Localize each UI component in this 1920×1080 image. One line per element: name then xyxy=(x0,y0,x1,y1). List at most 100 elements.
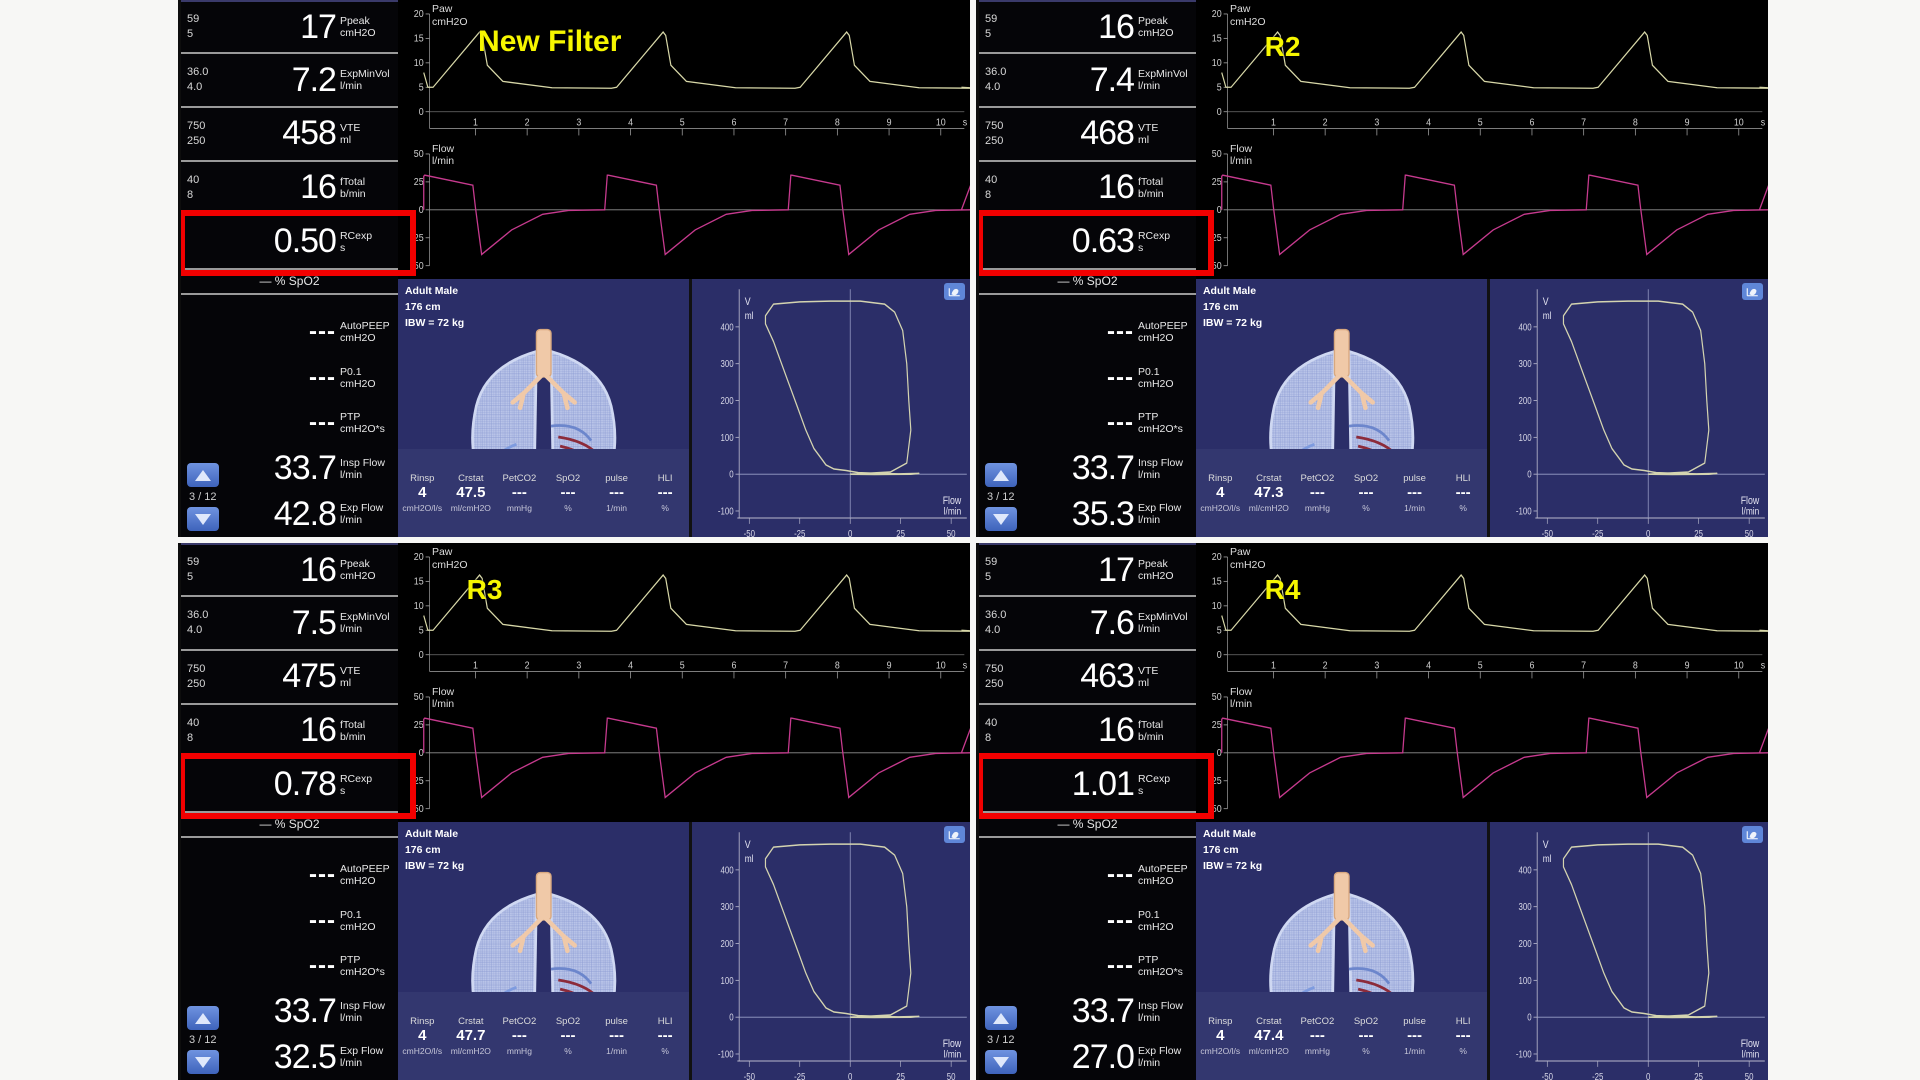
numeric-row-AutoPEEP[interactable]: --- AutoPEEP cmH2O xyxy=(979,309,1196,355)
flow-waveform-chart[interactable]: Flow l/min 50 25 0 -25 -50 xyxy=(1196,140,1768,280)
numeric-row-P0.1[interactable]: --- P0.1 cmH2O xyxy=(181,355,398,401)
numeric-row-PTP[interactable]: --- PTP cmH2O*s xyxy=(979,400,1196,446)
svg-text:5: 5 xyxy=(419,82,424,92)
value-Insp-Flow: 33.7 xyxy=(1071,992,1135,1031)
numeric-row-AutoPEEP[interactable]: --- AutoPEEP cmH2O xyxy=(181,852,398,898)
flow-waveform-chart[interactable]: Flow l/min 50 25 0 -25 -50 xyxy=(1196,683,1768,823)
numeric-row-P0.1[interactable]: --- P0.1 cmH2O xyxy=(979,898,1196,944)
numeric-row-VTE[interactable]: 750 250 475 VTE ml xyxy=(181,651,398,705)
flow-volume-loop-chart[interactable]: 400 300 200 100 0 -100 -50 -25 0 25 50 V… xyxy=(1487,822,1768,1080)
label-Ppeak: Ppeak cmH2O xyxy=(1137,558,1174,583)
page-up-button[interactable] xyxy=(985,1006,1017,1030)
numeric-row-VTE[interactable]: 750 250 463 VTE ml xyxy=(979,651,1196,705)
label-VTE: VTE ml xyxy=(1137,664,1159,689)
numeric-row-Ppeak[interactable]: 59 5 17 Ppeak cmH2O xyxy=(979,543,1196,598)
numeric-row-ExpMinVol[interactable]: 36.0 4.0 7.2 ExpMinVol l/min xyxy=(181,54,398,109)
numeric-row-fTotal[interactable]: 40 8 16 fTotal b/min xyxy=(181,162,398,216)
numeric-row-PTP[interactable]: --- PTP cmH2O*s xyxy=(181,943,398,989)
rcexp-row[interactable]: 0.63 RCexp s xyxy=(979,209,1214,276)
status-cell-HLI: HLI --- % xyxy=(1455,1015,1471,1057)
alarm-limits: 750 250 xyxy=(985,120,1004,147)
svg-text:V: V xyxy=(745,839,751,851)
flow-volume-loop-chart[interactable]: 400 300 200 100 0 -100 -50 -25 0 25 50 V… xyxy=(689,822,970,1080)
svg-text:0: 0 xyxy=(1217,107,1222,117)
numeric-row-PTP[interactable]: --- PTP cmH2O*s xyxy=(979,943,1196,989)
numeric-row-Ppeak[interactable]: 59 5 16 Ppeak cmH2O xyxy=(181,543,398,598)
page-down-button[interactable] xyxy=(187,507,219,531)
numeric-row-ExpMinVol[interactable]: 36.0 4.0 7.4 ExpMinVol l/min xyxy=(979,54,1196,109)
numeric-row-AutoPEEP[interactable]: --- AutoPEEP cmH2O xyxy=(979,852,1196,898)
page-down-button[interactable] xyxy=(985,1050,1017,1074)
svg-text:-50: -50 xyxy=(411,260,424,270)
svg-text:50: 50 xyxy=(1212,148,1222,158)
paw-waveform-chart[interactable]: Paw cmH2O 20 15 10 5 0 1 2 3 4 5 6 7 8 9… xyxy=(1196,543,1768,683)
flow-volume-loop-chart[interactable]: 400 300 200 100 0 -100 -50 -25 0 25 50 V… xyxy=(1487,279,1768,537)
rcexp-row[interactable]: 0.78 RCexp s xyxy=(181,752,416,819)
flow-waveform-chart[interactable]: Flow l/min 50 25 0 -25 -50 xyxy=(398,683,970,823)
loop-chart-icon[interactable] xyxy=(1742,826,1763,844)
page-up-button[interactable] xyxy=(187,1006,219,1030)
page-up-button[interactable] xyxy=(187,463,219,487)
rcexp-row[interactable]: 1.01 RCexp s xyxy=(979,752,1214,819)
svg-text:25: 25 xyxy=(1212,176,1222,186)
value-ExpMinVol: 7.6 xyxy=(1089,603,1135,642)
numeric-row-ExpMinVol[interactable]: 36.0 4.0 7.6 ExpMinVol l/min xyxy=(979,597,1196,652)
svg-text:5: 5 xyxy=(1478,117,1483,127)
paw-waveform-chart[interactable]: Paw cmH2O 20 15 10 5 0 1 2 3 4 5 6 7 8 9… xyxy=(398,0,970,140)
value-RCexp: 0.63 xyxy=(1071,222,1135,261)
svg-text:s: s xyxy=(963,660,968,670)
numeric-row-fTotal[interactable]: 40 8 16 fTotal b/min xyxy=(181,705,398,759)
paw-waveform-chart[interactable]: Paw cmH2O 20 15 10 5 0 1 2 3 4 5 6 7 8 9… xyxy=(1196,0,1768,140)
svg-text:-100: -100 xyxy=(1516,506,1532,517)
status-cell-Crstat: Crstat 47.7 ml/cmH2O xyxy=(450,1015,491,1057)
flow-waveform-chart[interactable]: Flow l/min 50 25 0 -25 -50 xyxy=(398,140,970,280)
svg-text:l/min: l/min xyxy=(1742,1049,1760,1061)
numeric-row-AutoPEEP[interactable]: --- AutoPEEP cmH2O xyxy=(181,309,398,355)
alarm-limits: 59 5 xyxy=(985,13,998,41)
numeric-row-Ppeak[interactable]: 59 5 17 Ppeak cmH2O xyxy=(181,0,398,55)
svg-text:2: 2 xyxy=(525,660,530,670)
svg-text:20: 20 xyxy=(414,9,424,19)
numeric-row-P0.1[interactable]: --- P0.1 cmH2O xyxy=(181,898,398,944)
spo2-trend-label: — % SpO2 xyxy=(181,813,398,838)
triangle-down-icon xyxy=(195,1056,211,1068)
page-down-button[interactable] xyxy=(985,507,1017,531)
svg-text:25: 25 xyxy=(897,528,906,537)
alarm-limits: 36.0 4.0 xyxy=(985,66,1007,94)
svg-text:0: 0 xyxy=(730,469,734,480)
numeric-row-ExpMinVol[interactable]: 36.0 4.0 7.5 ExpMinVol l/min xyxy=(181,597,398,652)
svg-text:3: 3 xyxy=(576,660,581,670)
svg-text:7: 7 xyxy=(783,660,788,670)
numeric-row-VTE[interactable]: 750 250 458 VTE ml xyxy=(181,108,398,162)
loop-chart-icon[interactable] xyxy=(944,826,965,844)
svg-text:-50: -50 xyxy=(411,803,424,813)
patient-ibw: IBW = 72 kg xyxy=(1202,859,1263,872)
label-RCexp: RCexp s xyxy=(339,772,373,797)
svg-text:-50: -50 xyxy=(1542,528,1553,537)
page-down-button[interactable] xyxy=(187,1050,219,1074)
loop-chart-icon[interactable] xyxy=(1742,283,1763,301)
numeric-row-PTP[interactable]: --- PTP cmH2O*s xyxy=(181,400,398,446)
svg-text:100: 100 xyxy=(721,975,734,986)
numeric-row-fTotal[interactable]: 40 8 16 fTotal b/min xyxy=(979,705,1196,759)
status-bar: Rinsp 4 cmH2O/l/s Crstat 47.3 ml/cmH2O P… xyxy=(1195,449,1488,537)
patient-lung-panel[interactable]: Adult Male 176 cm IBW = 72 kg Rinsp 4 cm… xyxy=(397,279,690,537)
numeric-row-VTE[interactable]: 750 250 468 VTE ml xyxy=(979,108,1196,162)
page-up-button[interactable] xyxy=(985,463,1017,487)
svg-text:50: 50 xyxy=(414,148,424,158)
patient-lung-panel[interactable]: Adult Male 176 cm IBW = 72 kg Rinsp 4 cm… xyxy=(397,822,690,1080)
flow-volume-loop-chart[interactable]: 400 300 200 100 0 -100 -50 -25 0 25 50 V… xyxy=(689,279,970,537)
loop-chart-icon[interactable] xyxy=(944,283,965,301)
patient-lung-panel[interactable]: Adult Male 176 cm IBW = 72 kg Rinsp 4 cm… xyxy=(1195,279,1488,537)
svg-text:l/min: l/min xyxy=(1742,506,1760,518)
paw-waveform-chart[interactable]: Paw cmH2O 20 15 10 5 0 1 2 3 4 5 6 7 8 9… xyxy=(398,543,970,683)
patient-lung-panel[interactable]: Adult Male 176 cm IBW = 72 kg Rinsp 4 cm… xyxy=(1195,822,1488,1080)
svg-text:5: 5 xyxy=(1478,660,1483,670)
svg-text:25: 25 xyxy=(1695,528,1704,537)
numeric-row-P0.1[interactable]: --- P0.1 cmH2O xyxy=(979,355,1196,401)
rcexp-row[interactable]: 0.50 RCexp s xyxy=(181,209,416,276)
numeric-row-fTotal[interactable]: 40 8 16 fTotal b/min xyxy=(979,162,1196,216)
label-Ppeak: Ppeak cmH2O xyxy=(1137,15,1174,40)
label-AutoPEEP: AutoPEEP cmH2O xyxy=(339,319,390,345)
numeric-row-Ppeak[interactable]: 59 5 16 Ppeak cmH2O xyxy=(979,0,1196,55)
